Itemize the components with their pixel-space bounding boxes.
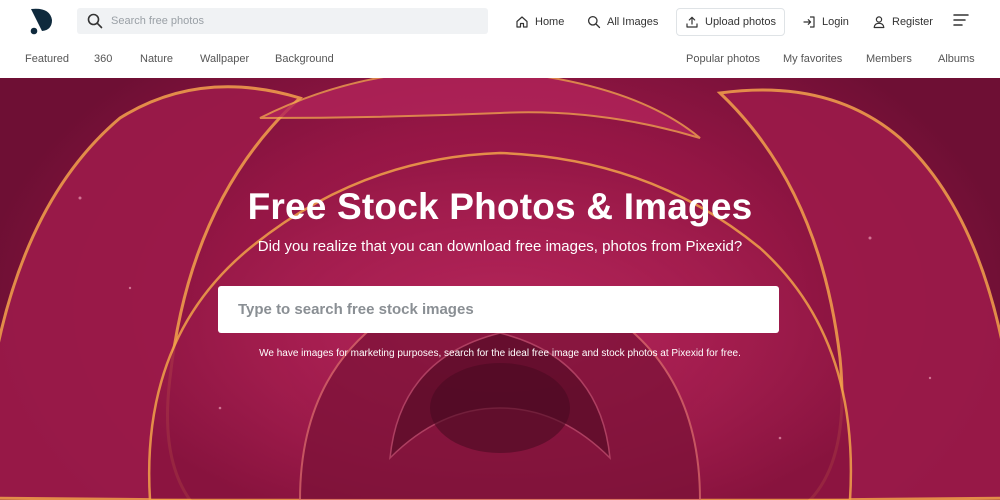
upload-icon: [686, 16, 698, 28]
nav-all-images-label: All Images: [607, 16, 659, 28]
subnav-my-favorites[interactable]: My favorites: [783, 53, 842, 65]
hero-title: Free Stock Photos & Images: [247, 186, 753, 227]
subnav-albums[interactable]: Albums: [938, 53, 975, 65]
hero-search-box[interactable]: [218, 286, 779, 333]
subnav-nature[interactable]: Nature: [140, 53, 173, 65]
nav-home[interactable]: Home: [515, 0, 564, 44]
search-icon: [87, 13, 103, 29]
nav-login[interactable]: Login: [802, 0, 849, 44]
header-search-bar[interactable]: [77, 8, 488, 34]
nav-register[interactable]: Register: [872, 0, 933, 44]
user-icon: [873, 16, 885, 29]
home-icon: [516, 16, 528, 28]
top-header: Home All Images Upload photos Login: [0, 0, 1000, 44]
subnav-popular-photos[interactable]: Popular photos: [686, 53, 760, 65]
category-nav: Featured 360 Nature Wallpaper Background…: [0, 44, 1000, 78]
subnav-360[interactable]: 360: [94, 53, 112, 65]
nav-upload[interactable]: Upload photos: [676, 0, 785, 44]
nav-login-label: Login: [822, 16, 849, 28]
hero-subtitle: Did you realize that you can download fr…: [257, 238, 743, 255]
login-icon: [803, 16, 815, 28]
nav-all-images[interactable]: All Images: [587, 0, 658, 44]
subnav-featured[interactable]: Featured: [25, 53, 69, 65]
hero-banner: Free Stock Photos & Images Did you reali…: [0, 78, 1000, 500]
logo-icon[interactable]: [28, 6, 54, 36]
upload-photos-label: Upload photos: [705, 16, 776, 28]
all-images-search-icon: [587, 15, 601, 29]
header-search-input[interactable]: [111, 8, 471, 34]
upload-photos-button[interactable]: Upload photos: [676, 8, 785, 36]
subnav-members[interactable]: Members: [866, 53, 912, 65]
subnav-background[interactable]: Background: [275, 53, 334, 65]
menu-icon[interactable]: [953, 12, 969, 28]
nav-register-label: Register: [892, 16, 933, 28]
nav-home-label: Home: [535, 16, 565, 28]
subnav-wallpaper[interactable]: Wallpaper: [200, 53, 249, 65]
hero-search-input[interactable]: [238, 286, 768, 333]
hero-note: We have images for marketing purposes, s…: [259, 348, 741, 359]
